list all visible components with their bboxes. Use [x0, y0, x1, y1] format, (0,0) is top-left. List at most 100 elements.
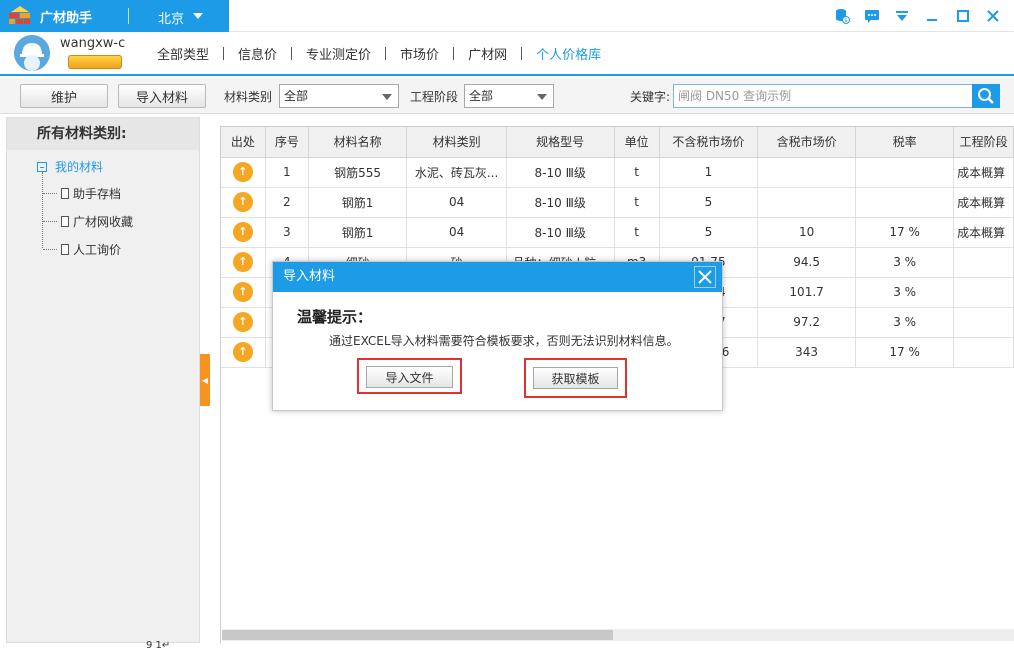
tree-item-assistant-archive[interactable]: 助手存档: [43, 185, 121, 202]
project-stage-cell[interactable]: 成本概算: [953, 187, 1014, 218]
tab-gcw[interactable]: 广材网: [461, 44, 514, 63]
price-excl-tax-cell[interactable]: 1: [659, 157, 759, 188]
project-stage-cell[interactable]: [953, 337, 1014, 368]
tax-rate-cell[interactable]: 3 %: [855, 247, 955, 278]
unit-cell[interactable]: t: [614, 157, 660, 188]
material-name-cell[interactable]: 钢筋1: [308, 187, 408, 218]
scrollbar-thumb[interactable]: [222, 630, 613, 640]
tab-personal-price-library[interactable]: 个人价格库: [529, 44, 608, 63]
tab-professional-price[interactable]: 专业测定价: [299, 44, 378, 63]
arrow-up-icon[interactable]: ↑: [232, 222, 253, 242]
table-row[interactable]: ↑ 1 钢筋555 水泥、砖瓦灰... 8-10 Ⅲ级 t 1 成本概算: [221, 157, 1014, 188]
arrow-up-icon[interactable]: ↑: [232, 252, 253, 272]
arrow-up-icon[interactable]: ↑: [232, 192, 253, 212]
unit-cell[interactable]: t: [614, 217, 660, 248]
source-cell[interactable]: ↑: [221, 217, 266, 248]
price-excl-tax-cell[interactable]: 5: [659, 187, 759, 218]
column-header[interactable]: 单位: [614, 127, 660, 158]
import-file-button[interactable]: 导入文件: [366, 366, 453, 388]
search-button[interactable]: [972, 84, 1000, 108]
price-incl-tax-cell[interactable]: [757, 187, 857, 218]
arrow-up-icon[interactable]: ↑: [232, 342, 253, 362]
price-incl-tax-cell[interactable]: 343: [757, 337, 857, 368]
spec-model-cell[interactable]: 8-10 Ⅲ级: [506, 187, 615, 218]
chevron-down-icon[interactable]: [193, 13, 203, 19]
material-category-cell[interactable]: 04: [406, 187, 507, 218]
source-cell[interactable]: ↑: [221, 157, 266, 188]
column-header[interactable]: 税率: [855, 127, 955, 158]
keyword-search-input[interactable]: 闸阀 DN50 查询示例: [673, 84, 973, 108]
tree-item-manual-inquiry[interactable]: 人工询价: [43, 241, 121, 258]
minimize-icon[interactable]: [922, 6, 942, 26]
maximize-icon[interactable]: [953, 6, 973, 26]
horizontal-scrollbar[interactable]: [222, 629, 1014, 641]
tab-all-types[interactable]: 全部类型: [150, 44, 216, 63]
tab-market-price[interactable]: 市场价: [393, 44, 446, 63]
import-materials-button[interactable]: 导入材料: [118, 84, 206, 108]
row-number-cell[interactable]: 1: [265, 157, 309, 188]
tax-rate-cell[interactable]: 3 %: [855, 307, 955, 338]
tax-rate-cell[interactable]: [855, 157, 955, 188]
column-header[interactable]: 含税市场价: [757, 127, 857, 158]
collapse-icon[interactable]: [37, 161, 47, 172]
column-header[interactable]: 规格型号: [506, 127, 615, 158]
arrow-up-icon[interactable]: ↑: [232, 162, 253, 182]
tax-rate-cell[interactable]: [855, 187, 955, 218]
price-incl-tax-cell[interactable]: [757, 157, 857, 188]
project-stage-cell[interactable]: [953, 247, 1014, 278]
source-cell[interactable]: ↑: [221, 277, 266, 308]
arrow-up-icon[interactable]: ↑: [232, 312, 253, 332]
table-row[interactable]: ↑ 3 钢筋1 04 8-10 Ⅲ级 t 5 10 17 % 成本概算: [221, 217, 1014, 248]
dropdown-menu-icon[interactable]: [892, 6, 912, 26]
spec-model-cell[interactable]: 8-10 Ⅲ级: [506, 157, 615, 188]
column-header[interactable]: 材料名称: [308, 127, 408, 158]
price-incl-tax-cell[interactable]: 10: [757, 217, 857, 248]
tax-rate-cell[interactable]: 17 %: [855, 217, 955, 248]
price-incl-tax-cell[interactable]: 94.5: [757, 247, 857, 278]
project-stage-cell[interactable]: 成本概算: [953, 157, 1014, 188]
close-icon[interactable]: [983, 6, 1003, 26]
project-stage-cell[interactable]: [953, 307, 1014, 338]
get-template-button[interactable]: 获取模板: [533, 367, 618, 389]
material-name-cell[interactable]: 钢筋555: [308, 157, 408, 188]
file-icon: [61, 188, 69, 199]
project-stage-cell[interactable]: 成本概算: [953, 217, 1014, 248]
message-icon[interactable]: [862, 6, 882, 26]
column-header[interactable]: 序号: [265, 127, 309, 158]
database-icon[interactable]: $: [832, 6, 852, 26]
source-cell[interactable]: ↑: [221, 337, 266, 368]
arrow-up-icon[interactable]: ↑: [232, 282, 253, 302]
unit-cell[interactable]: t: [614, 187, 660, 218]
row-number-cell[interactable]: 2: [265, 187, 309, 218]
search-icon: [978, 88, 994, 104]
source-cell[interactable]: ↑: [221, 187, 266, 218]
city-selector[interactable]: 北京: [158, 8, 184, 27]
stage-select[interactable]: 全部: [464, 84, 554, 108]
category-select[interactable]: 全部: [279, 84, 399, 108]
project-stage-cell[interactable]: [953, 277, 1014, 308]
tree-item-gcw-favorites[interactable]: 广材网收藏: [43, 213, 133, 230]
material-name-cell[interactable]: 钢筋1: [308, 217, 408, 248]
tax-rate-cell[interactable]: 3 %: [855, 277, 955, 308]
source-cell[interactable]: ↑: [221, 247, 266, 278]
material-category-cell[interactable]: 04: [406, 217, 507, 248]
tax-rate-cell[interactable]: 17 %: [855, 337, 955, 368]
dialog-close-button[interactable]: [694, 266, 716, 288]
tree-root-my-materials[interactable]: 我的材料: [37, 158, 103, 175]
column-header[interactable]: 材料类别: [406, 127, 507, 158]
price-incl-tax-cell[interactable]: 97.2: [757, 307, 857, 338]
column-header[interactable]: 不含税市场价: [659, 127, 759, 158]
source-cell[interactable]: ↑: [221, 307, 266, 338]
spec-model-cell[interactable]: 8-10 Ⅲ级: [506, 217, 615, 248]
price-excl-tax-cell[interactable]: 5: [659, 217, 759, 248]
column-header[interactable]: 出处: [221, 127, 266, 158]
tab-info-price[interactable]: 信息价: [231, 44, 284, 63]
row-number-cell[interactable]: 3: [265, 217, 309, 248]
material-category-cell[interactable]: 水泥、砖瓦灰...: [406, 157, 507, 188]
price-incl-tax-cell[interactable]: 101.7: [757, 277, 857, 308]
maintain-button[interactable]: 维护: [20, 84, 108, 108]
column-header[interactable]: 工程阶段: [953, 127, 1014, 158]
sidebar-collapse-handle[interactable]: ◀: [200, 354, 210, 406]
table-row[interactable]: ↑ 2 钢筋1 04 8-10 Ⅲ级 t 5 成本概算: [221, 187, 1014, 218]
avatar[interactable]: [14, 35, 50, 71]
